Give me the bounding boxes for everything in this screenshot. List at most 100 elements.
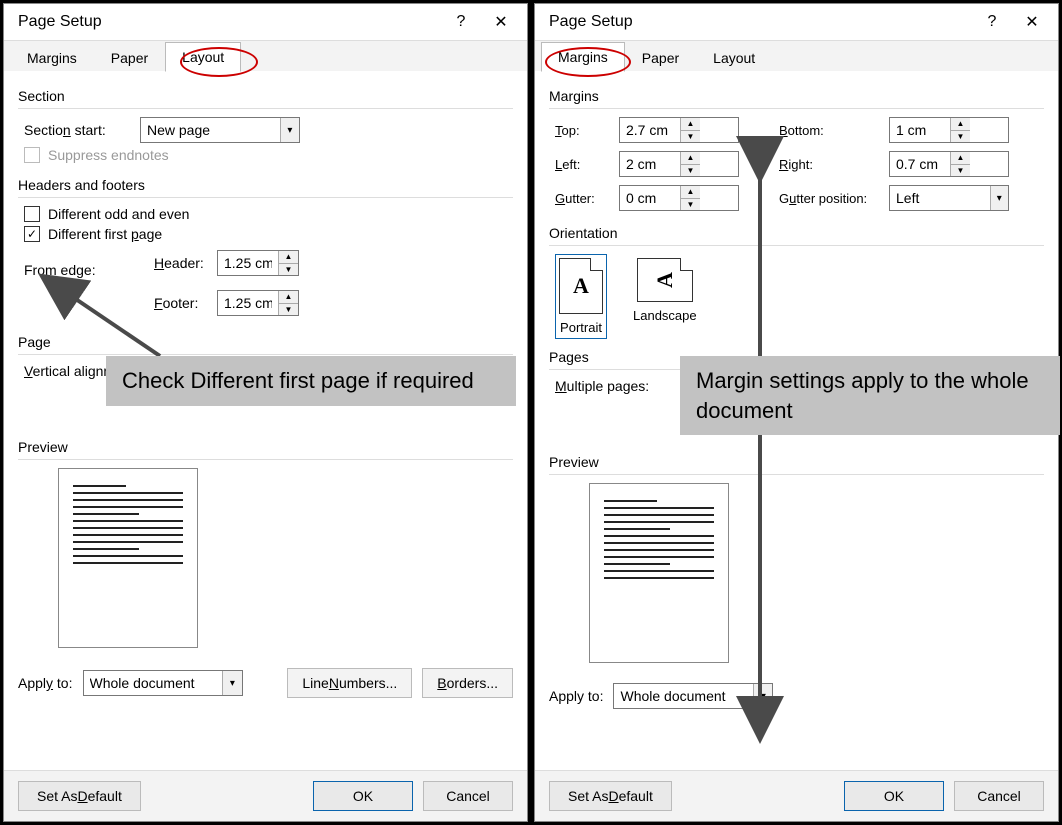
margin-left-spinner[interactable]: ▲▼ <box>619 151 739 177</box>
orientation-landscape-label: Landscape <box>633 308 697 323</box>
diff-odd-even-checkbox[interactable]: Different odd and even <box>24 206 189 222</box>
spinner-up-icon[interactable]: ▲ <box>681 152 700 165</box>
gutter-label: Gutter: <box>555 191 619 206</box>
spinner-down-icon[interactable]: ▼ <box>951 165 970 177</box>
diff-first-page-label: Different first page <box>48 226 162 242</box>
help-button[interactable]: ? <box>972 6 1012 38</box>
diff-odd-even-label: Different odd and even <box>48 206 189 222</box>
orientation-portrait-label: Portrait <box>560 320 602 335</box>
close-button[interactable]: ✕ <box>481 6 521 38</box>
spinner-up-icon[interactable]: ▲ <box>279 291 298 304</box>
margin-bottom-label: Bottom: <box>779 123 889 138</box>
spinner-up-icon[interactable]: ▲ <box>951 118 970 131</box>
checkbox-box <box>24 147 40 163</box>
suppress-endnotes-label: Suppress endnotes <box>48 147 169 163</box>
spinner-down-icon[interactable]: ▼ <box>681 131 700 143</box>
multiple-pages-label: Multiple pages: <box>555 378 649 394</box>
spinner-down-icon[interactable]: ▼ <box>279 264 298 276</box>
margin-right-label: Right: <box>779 157 889 172</box>
spinner-up-icon[interactable]: ▲ <box>681 118 700 131</box>
apply-to-value[interactable] <box>84 671 223 695</box>
set-default-button[interactable]: Set As Default <box>549 781 672 811</box>
orientation-landscape[interactable]: Landscape <box>629 254 701 339</box>
section-start-label: Section start: <box>24 122 124 138</box>
checkbox-box[interactable] <box>24 206 40 222</box>
tab-paper[interactable]: Paper <box>625 43 696 72</box>
cancel-button[interactable]: Cancel <box>423 781 513 811</box>
portrait-icon <box>559 258 603 314</box>
callout-left: Check Different first page if required <box>106 356 516 406</box>
chevron-down-icon[interactable]: ▾ <box>753 684 772 708</box>
spinner-down-icon[interactable]: ▼ <box>951 131 970 143</box>
titlebar: Page Setup ? ✕ <box>535 4 1058 40</box>
footer-edge-spinner[interactable]: ▲▼ <box>217 290 299 316</box>
spinner-down-icon[interactable]: ▼ <box>279 304 298 316</box>
orientation-portrait[interactable]: Portrait <box>555 254 607 339</box>
section-heading: Section <box>18 88 513 104</box>
apply-to-value[interactable] <box>614 684 753 708</box>
tab-layout[interactable]: Layout <box>696 43 772 72</box>
help-button[interactable]: ? <box>441 6 481 38</box>
dialog-title: Page Setup <box>549 13 972 31</box>
spinner-up-icon[interactable]: ▲ <box>951 152 970 165</box>
gutter-position-combo[interactable]: ▾ <box>889 185 1009 211</box>
apply-to-label: Apply to: <box>18 675 73 691</box>
headers-heading: Headers and footers <box>18 177 513 193</box>
ok-button[interactable]: OK <box>313 781 413 811</box>
tab-paper[interactable]: Paper <box>94 43 165 72</box>
gutter-position-label: Gutter position: <box>779 191 889 206</box>
diff-first-page-checkbox[interactable]: ✓ Different first page <box>24 226 162 242</box>
preview-thumbnail <box>589 483 729 663</box>
checkbox-box[interactable]: ✓ <box>24 226 40 242</box>
dialog-title: Page Setup <box>18 13 441 31</box>
callout-right: Margin settings apply to the whole docum… <box>680 356 1060 435</box>
line-numbers-button[interactable]: Line Numbers... <box>287 668 412 698</box>
gutter-position-value[interactable] <box>890 186 990 210</box>
close-button[interactable]: ✕ <box>1012 6 1052 38</box>
section-start-combo[interactable]: ▾ <box>140 117 300 143</box>
apply-to-combo[interactable]: ▾ <box>613 683 773 709</box>
header-edge-label: Header: <box>154 255 209 271</box>
tab-margins[interactable]: Margins <box>541 42 625 72</box>
page-setup-dialog-layout: Page Setup ? ✕ Margins Paper Layout Sect… <box>3 3 528 822</box>
header-edge-spinner[interactable]: ▲▼ <box>217 250 299 276</box>
margin-right-spinner[interactable]: ▲▼ <box>889 151 1009 177</box>
chevron-down-icon[interactable]: ▾ <box>990 186 1008 210</box>
tabstrip: Margins Paper Layout <box>4 40 527 72</box>
apply-to-label: Apply to: <box>549 688 603 704</box>
margin-top-value[interactable] <box>620 118 680 142</box>
set-default-button[interactable]: Set As Default <box>18 781 141 811</box>
spinner-up-icon[interactable]: ▲ <box>279 251 298 264</box>
margin-left-value[interactable] <box>620 152 680 176</box>
apply-to-combo[interactable]: ▾ <box>83 670 243 696</box>
margin-right-value[interactable] <box>890 152 950 176</box>
borders-button[interactable]: Borders... <box>422 668 513 698</box>
margin-bottom-spinner[interactable]: ▲▼ <box>889 117 1009 143</box>
spinner-up-icon[interactable]: ▲ <box>681 186 700 199</box>
gutter-spinner[interactable]: ▲▼ <box>619 185 739 211</box>
titlebar: Page Setup ? ✕ <box>4 4 527 40</box>
cancel-button[interactable]: Cancel <box>954 781 1044 811</box>
footer-edge-value[interactable] <box>218 291 278 315</box>
margin-top-spinner[interactable]: ▲▼ <box>619 117 739 143</box>
suppress-endnotes-checkbox: Suppress endnotes <box>24 147 169 163</box>
landscape-icon <box>637 258 693 302</box>
section-start-value[interactable] <box>141 118 280 142</box>
margin-top-label: Top: <box>555 123 619 138</box>
tab-layout[interactable]: Layout <box>165 42 241 72</box>
margin-bottom-value[interactable] <box>890 118 950 142</box>
header-edge-value[interactable] <box>218 251 278 275</box>
spinner-down-icon[interactable]: ▼ <box>681 165 700 177</box>
chevron-down-icon[interactable]: ▾ <box>222 671 241 695</box>
ok-button[interactable]: OK <box>844 781 944 811</box>
chevron-down-icon[interactable]: ▾ <box>280 118 299 142</box>
tabstrip: Margins Paper Layout <box>535 40 1058 72</box>
from-edge-label: From edge: <box>24 246 154 278</box>
footer-edge-label: Footer: <box>154 295 209 311</box>
gutter-value[interactable] <box>620 186 680 210</box>
dialog-body: Section Section start: ▾ Suppress endnot… <box>4 72 527 770</box>
tab-margins[interactable]: Margins <box>10 43 94 72</box>
preview-heading: Preview <box>549 454 1044 470</box>
preview-heading: Preview <box>18 439 513 455</box>
spinner-down-icon[interactable]: ▼ <box>681 199 700 211</box>
